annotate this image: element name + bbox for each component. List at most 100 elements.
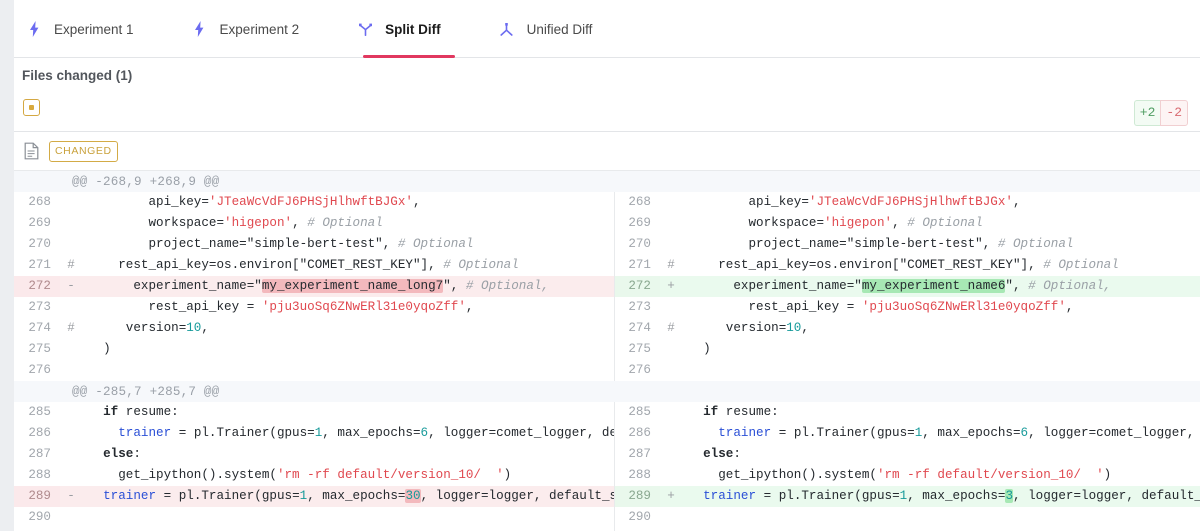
diff-sign [660, 297, 682, 318]
page-left-rail [0, 0, 14, 531]
diff-rows-hunk-2: 285 if resume: 285 if resume: 286 trainer … [14, 402, 1200, 531]
table-row: 273 rest_api_key = 'pju3uoSq6ZNwERl31e0y… [14, 297, 1200, 318]
code-line: workspace='higepon', # Optional [88, 216, 383, 230]
files-changed-title: Files changed (1) [22, 68, 133, 83]
diff-side-left: 275 ) [14, 339, 614, 360]
diff-side-right: 288 get_ipython().system('rm -rf default… [614, 465, 1200, 486]
code-line: ) [688, 342, 711, 356]
diff-sign [60, 297, 82, 318]
hunk-header: @@ -268,9 +268,9 @@ [14, 171, 1200, 192]
code-line: trainer = pl.Trainer(gpus=1, max_epochs=… [682, 486, 1200, 507]
diff-side-left: 286 trainer = pl.Trainer(gpus=1, max_epo… [14, 423, 614, 444]
code-line: rest_api_key=os.environ["COMET_REST_KEY"… [688, 258, 1119, 272]
tab-unified-diff[interactable]: Unified Diff [487, 0, 639, 58]
diff-side-right: 289 + trainer = pl.Trainer(gpus=1, max_ep… [614, 486, 1200, 507]
line-number: 270 [614, 234, 660, 255]
diff-side-left: 276 [14, 360, 614, 381]
line-number: 269 [14, 213, 60, 234]
diff-sign [60, 444, 82, 465]
table-row: 276 276 [14, 360, 1200, 381]
line-number: 274 [14, 318, 60, 339]
diff-side-left: 268 api_key='JTeaWcVdFJ6PHSjHlhwftBJGx', [14, 192, 614, 213]
tab-experiment-1[interactable]: Experiment 1 [14, 0, 180, 58]
file-header-bar: CHANGED [14, 132, 1200, 170]
line-number: 290 [14, 507, 60, 528]
code-line: experiment_name="my_experiment_name_long… [82, 276, 614, 297]
code-line: project_name="simple-bert-test", # Optio… [88, 237, 474, 251]
diff-side-right: 287 else: [614, 444, 1200, 465]
diff-stat-badges: +2 -2 [1133, 100, 1188, 126]
diff-side-left: 288 get_ipython().system('rm -rf default… [14, 465, 614, 486]
document-icon [24, 142, 39, 160]
tab-experiment-1-label: Experiment 1 [54, 21, 134, 37]
line-number: 287 [614, 444, 660, 465]
line-number: 272 [614, 276, 660, 297]
diff-sign: - [60, 486, 82, 507]
diff-side-left: 274 # version=10, [14, 318, 614, 339]
line-number: 289 [614, 486, 660, 507]
diff-sign: - [60, 276, 82, 297]
tab-experiment-2[interactable]: Experiment 2 [180, 0, 346, 58]
additions-badge: +2 [1133, 100, 1161, 126]
line-number: 271 [614, 255, 660, 276]
hunk-header: @@ -285,7 +285,7 @@ [14, 381, 1200, 402]
line-number: 268 [614, 192, 660, 213]
diff-side-left: 269 workspace='higepon', # Optional [14, 213, 614, 234]
diff-side-right: 268 api_key='JTeaWcVdFJ6PHSjHlhwftBJGx', [614, 192, 1200, 213]
deletions-badge: -2 [1160, 100, 1188, 126]
table-row: 274 # version=10, 274 # version=10, [14, 318, 1200, 339]
code-line: rest_api_key=os.environ["COMET_REST_KEY"… [88, 258, 519, 272]
tab-split-diff-label: Split Diff [385, 21, 441, 37]
code-line: experiment_name="my_experiment_name6", #… [682, 276, 1200, 297]
diff-sign: + [660, 486, 682, 507]
code-line: version=10, [88, 321, 209, 335]
diff-sign: # [67, 321, 75, 335]
line-number: 271 [14, 255, 60, 276]
diff-side-left: 287 else: [14, 444, 614, 465]
hunk-header-text: @@ -268,9 +268,9 @@ [72, 174, 220, 189]
code-line: project_name="simple-bert-test", # Optio… [688, 237, 1074, 251]
diff-sign: # [67, 258, 75, 272]
lightning-bolt-icon [180, 21, 220, 37]
file-status-swatch[interactable] [23, 99, 40, 116]
line-number: 269 [614, 213, 660, 234]
diff-sign [660, 192, 682, 213]
table-row: 268 api_key='JTeaWcVdFJ6PHSjHlhwftBJGx',… [14, 192, 1200, 213]
diff-side-left: 270 project_name="simple-bert-test", # O… [14, 234, 614, 255]
diff-sign [660, 507, 682, 528]
diff-side-right: 269 workspace='higepon', # Optional [614, 213, 1200, 234]
tab-split-diff[interactable]: Split Diff [345, 0, 487, 58]
diff-sign: # [667, 321, 675, 335]
table-row: 286 trainer = pl.Trainer(gpus=1, max_epo… [14, 423, 1200, 444]
status-badge: CHANGED [49, 140, 118, 162]
diff-side-right: 285 if resume: [614, 402, 1200, 423]
split-diff-icon [345, 22, 385, 37]
diff-side-right: 270 project_name="simple-bert-test", # O… [614, 234, 1200, 255]
diff-side-right: 271 # rest_api_key=os.environ["COMET_REST… [614, 255, 1200, 276]
hunk-header-text: @@ -285,7 +285,7 @@ [72, 384, 220, 399]
diff-sign [660, 339, 682, 360]
table-row: 270 project_name="simple-bert-test", # O… [14, 234, 1200, 255]
unified-diff-icon [487, 22, 527, 37]
line-number: 285 [14, 402, 60, 423]
diff-sign [60, 423, 82, 444]
code-line: else: [703, 447, 741, 461]
code-line: trainer = pl.Trainer(gpus=1, max_epochs=… [718, 426, 1195, 440]
line-number: 276 [614, 360, 660, 381]
diff-sign [660, 360, 682, 381]
table-row: 269 workspace='higepon', # Optional 269 w… [14, 213, 1200, 234]
diff-rows-hunk-1: 268 api_key='JTeaWcVdFJ6PHSjHlhwftBJGx',… [14, 192, 1200, 381]
tab-unified-diff-label: Unified Diff [526, 21, 593, 37]
table-row: 288 get_ipython().system('rm -rf default… [14, 465, 1200, 486]
line-number: 285 [614, 402, 660, 423]
table-row: 287 else: 287 else: [14, 444, 1200, 465]
line-number: 275 [614, 339, 660, 360]
code-line: ) [88, 342, 111, 356]
code-line: version=10, [688, 321, 809, 335]
diff-side-left: 272- experiment_name="my_experiment_name… [14, 276, 614, 297]
diff-sign [660, 465, 682, 486]
diff-side-right: 272 + experiment_name="my_experiment_name… [614, 276, 1200, 297]
file-diff-block: CHANGED @@ -268,9 +268,9 @@ 268 api_key=… [14, 132, 1200, 531]
